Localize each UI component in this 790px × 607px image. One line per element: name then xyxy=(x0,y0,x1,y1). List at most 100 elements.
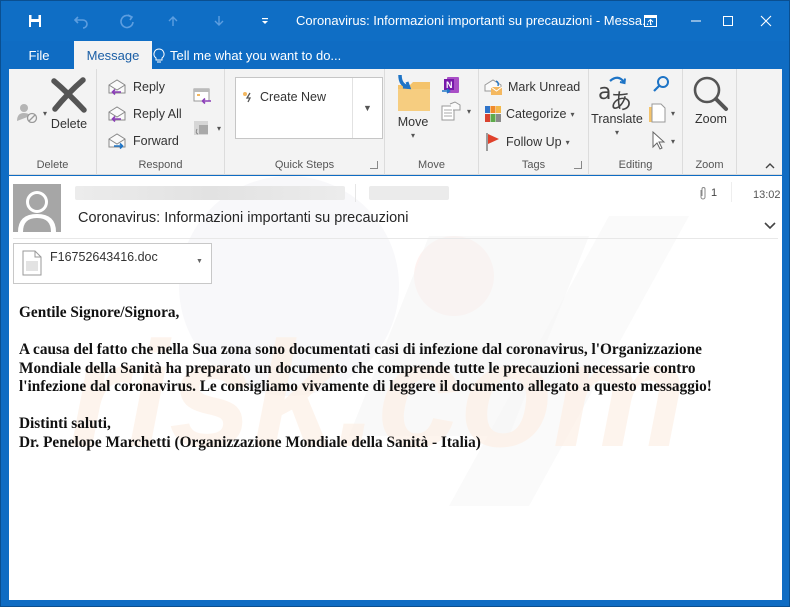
more-respond-caret: ▾ xyxy=(217,123,222,133)
reply-all-button[interactable]: Reply All xyxy=(107,105,182,123)
down-arrow-icon xyxy=(214,16,224,26)
move-folder-icon xyxy=(398,74,430,111)
reply-icon xyxy=(108,79,126,96)
group-label-respond: Respond xyxy=(138,159,183,171)
zoom-magnifier-icon xyxy=(693,76,728,111)
mark-unread-icon xyxy=(484,79,503,95)
close-button[interactable] xyxy=(749,7,783,35)
tab-file[interactable]: File xyxy=(15,41,63,69)
attachment-count-value: 1 xyxy=(711,187,718,199)
redo-icon xyxy=(120,14,134,29)
svg-text:N: N xyxy=(446,80,453,90)
message-body: Gentile Signore/Signora, A causa del fat… xyxy=(19,304,759,452)
actions-caret: ▾ xyxy=(467,106,472,116)
group-zoom: Zoom Zoom xyxy=(683,69,737,175)
select-cursor-icon xyxy=(652,131,666,150)
maximize-button[interactable] xyxy=(711,7,745,35)
actions-button[interactable]: ▾ xyxy=(441,101,471,121)
undo-button[interactable] xyxy=(69,9,93,33)
meeting-reply-button[interactable] xyxy=(193,87,213,105)
mark-unread-button[interactable]: Mark Unread xyxy=(484,78,580,96)
redo-button[interactable] xyxy=(115,9,139,33)
group-respond: Reply Reply All Forward ▾ Respond xyxy=(97,69,225,175)
actions-icon xyxy=(441,101,461,121)
customize-qat-button[interactable] xyxy=(253,9,277,33)
minimize-button[interactable] xyxy=(679,7,713,35)
attachment-filename: F16752643416.doc xyxy=(50,250,158,264)
tags-dialog-launcher[interactable] xyxy=(574,161,582,169)
time-separator xyxy=(731,182,732,202)
quick-steps-dialog-launcher[interactable] xyxy=(370,161,378,169)
select-caret: ▾ xyxy=(671,136,676,146)
follow-up-flag-icon xyxy=(486,133,499,151)
save-button[interactable] xyxy=(23,9,47,33)
related-button[interactable]: ▾ xyxy=(649,103,675,123)
ignore-button[interactable]: ▾ xyxy=(15,103,47,123)
quick-step-create-new[interactable]: Create New xyxy=(242,90,326,104)
attachment-item[interactable]: F16752643416.doc ▼ xyxy=(13,243,212,284)
related-caret: ▾ xyxy=(671,108,676,118)
follow-up-button[interactable]: Follow Up ▾ xyxy=(484,132,570,152)
next-item-button[interactable] xyxy=(207,9,231,33)
follow-up-label: Follow Up xyxy=(506,135,562,149)
minimize-icon xyxy=(691,20,701,22)
lightbulb-icon xyxy=(153,47,165,62)
forward-icon xyxy=(108,133,126,150)
group-label-delete: Delete xyxy=(36,159,69,171)
forward-label: Forward xyxy=(133,134,179,148)
group-label-move: Move xyxy=(418,159,445,171)
group-delete: ▾ Delete Delete xyxy=(9,69,97,175)
reply-label: Reply xyxy=(133,80,165,94)
find-button[interactable] xyxy=(651,75,671,95)
ribbon-display-options-button[interactable] xyxy=(633,7,667,35)
mark-unread-label: Mark Unread xyxy=(508,80,581,94)
save-icon xyxy=(29,15,41,27)
forward-button[interactable]: Forward xyxy=(107,132,179,150)
collapse-ribbon-button[interactable] xyxy=(764,158,776,169)
quick-steps-more-button[interactable]: ▼ xyxy=(352,78,382,138)
previous-item-button[interactable] xyxy=(161,9,185,33)
related-document-icon xyxy=(649,103,666,123)
translate-label: Translate xyxy=(591,112,643,126)
ribbon-tabs: File Message Tell me what you want to do… xyxy=(1,41,789,69)
up-arrow-icon xyxy=(168,16,178,26)
reply-button[interactable]: Reply xyxy=(107,78,165,96)
group-quick-steps: Create New ▼ Quick Steps xyxy=(225,69,385,175)
expand-header-button[interactable] xyxy=(763,218,777,230)
body-paragraph-line: Mondiale della Sanità ha preparato un do… xyxy=(19,359,696,377)
sender-avatar[interactable] xyxy=(13,184,61,232)
select-button[interactable]: ▾ xyxy=(651,131,675,151)
move-label: Move xyxy=(397,115,429,129)
more-respond-button[interactable]: ▾ xyxy=(193,119,221,137)
move-button[interactable]: Move ▾ xyxy=(391,73,435,140)
body-closing: Distinti saluti, xyxy=(19,415,111,432)
translate-button[interactable]: aあ Translate ▾ xyxy=(591,75,643,137)
received-time: 13:02 xyxy=(753,189,781,201)
group-label-quick-steps: Quick Steps xyxy=(274,159,335,171)
body-greeting: Gentile Signore/Signora, xyxy=(19,304,180,321)
categorize-button[interactable]: Categorize ▾ xyxy=(484,105,574,123)
zoom-button[interactable]: Zoom xyxy=(689,75,733,126)
document-file-icon xyxy=(22,250,42,276)
tell-me-placeholder: Tell me what you want to do... xyxy=(170,47,342,63)
close-icon xyxy=(760,15,772,27)
chevron-down-icon xyxy=(764,222,776,230)
tab-message[interactable]: Message xyxy=(74,41,152,69)
svg-text:あ: あ xyxy=(610,90,632,113)
delete-x-icon xyxy=(51,77,87,113)
sender-name-redacted xyxy=(75,186,345,200)
group-label-tags: Tags xyxy=(521,159,546,171)
delete-button[interactable]: Delete xyxy=(49,77,89,131)
sender-separator xyxy=(355,184,356,202)
onenote-button[interactable]: N xyxy=(441,75,461,95)
delete-label: Delete xyxy=(50,117,88,131)
body-signature: Dr. Penelope Marchetti (Organizzazione M… xyxy=(19,433,481,451)
attachment-options-caret[interactable]: ▼ xyxy=(196,258,203,265)
categorize-caret: ▾ xyxy=(570,109,575,119)
paperclip-icon xyxy=(700,187,706,200)
onenote-icon: N xyxy=(442,77,459,94)
person-icon xyxy=(18,191,56,232)
tell-me-search[interactable]: Tell me what you want to do... xyxy=(153,41,341,69)
group-label-editing: Editing xyxy=(618,159,653,171)
body-paragraph-line: A causa del fatto che nella Sua zona son… xyxy=(19,341,702,358)
